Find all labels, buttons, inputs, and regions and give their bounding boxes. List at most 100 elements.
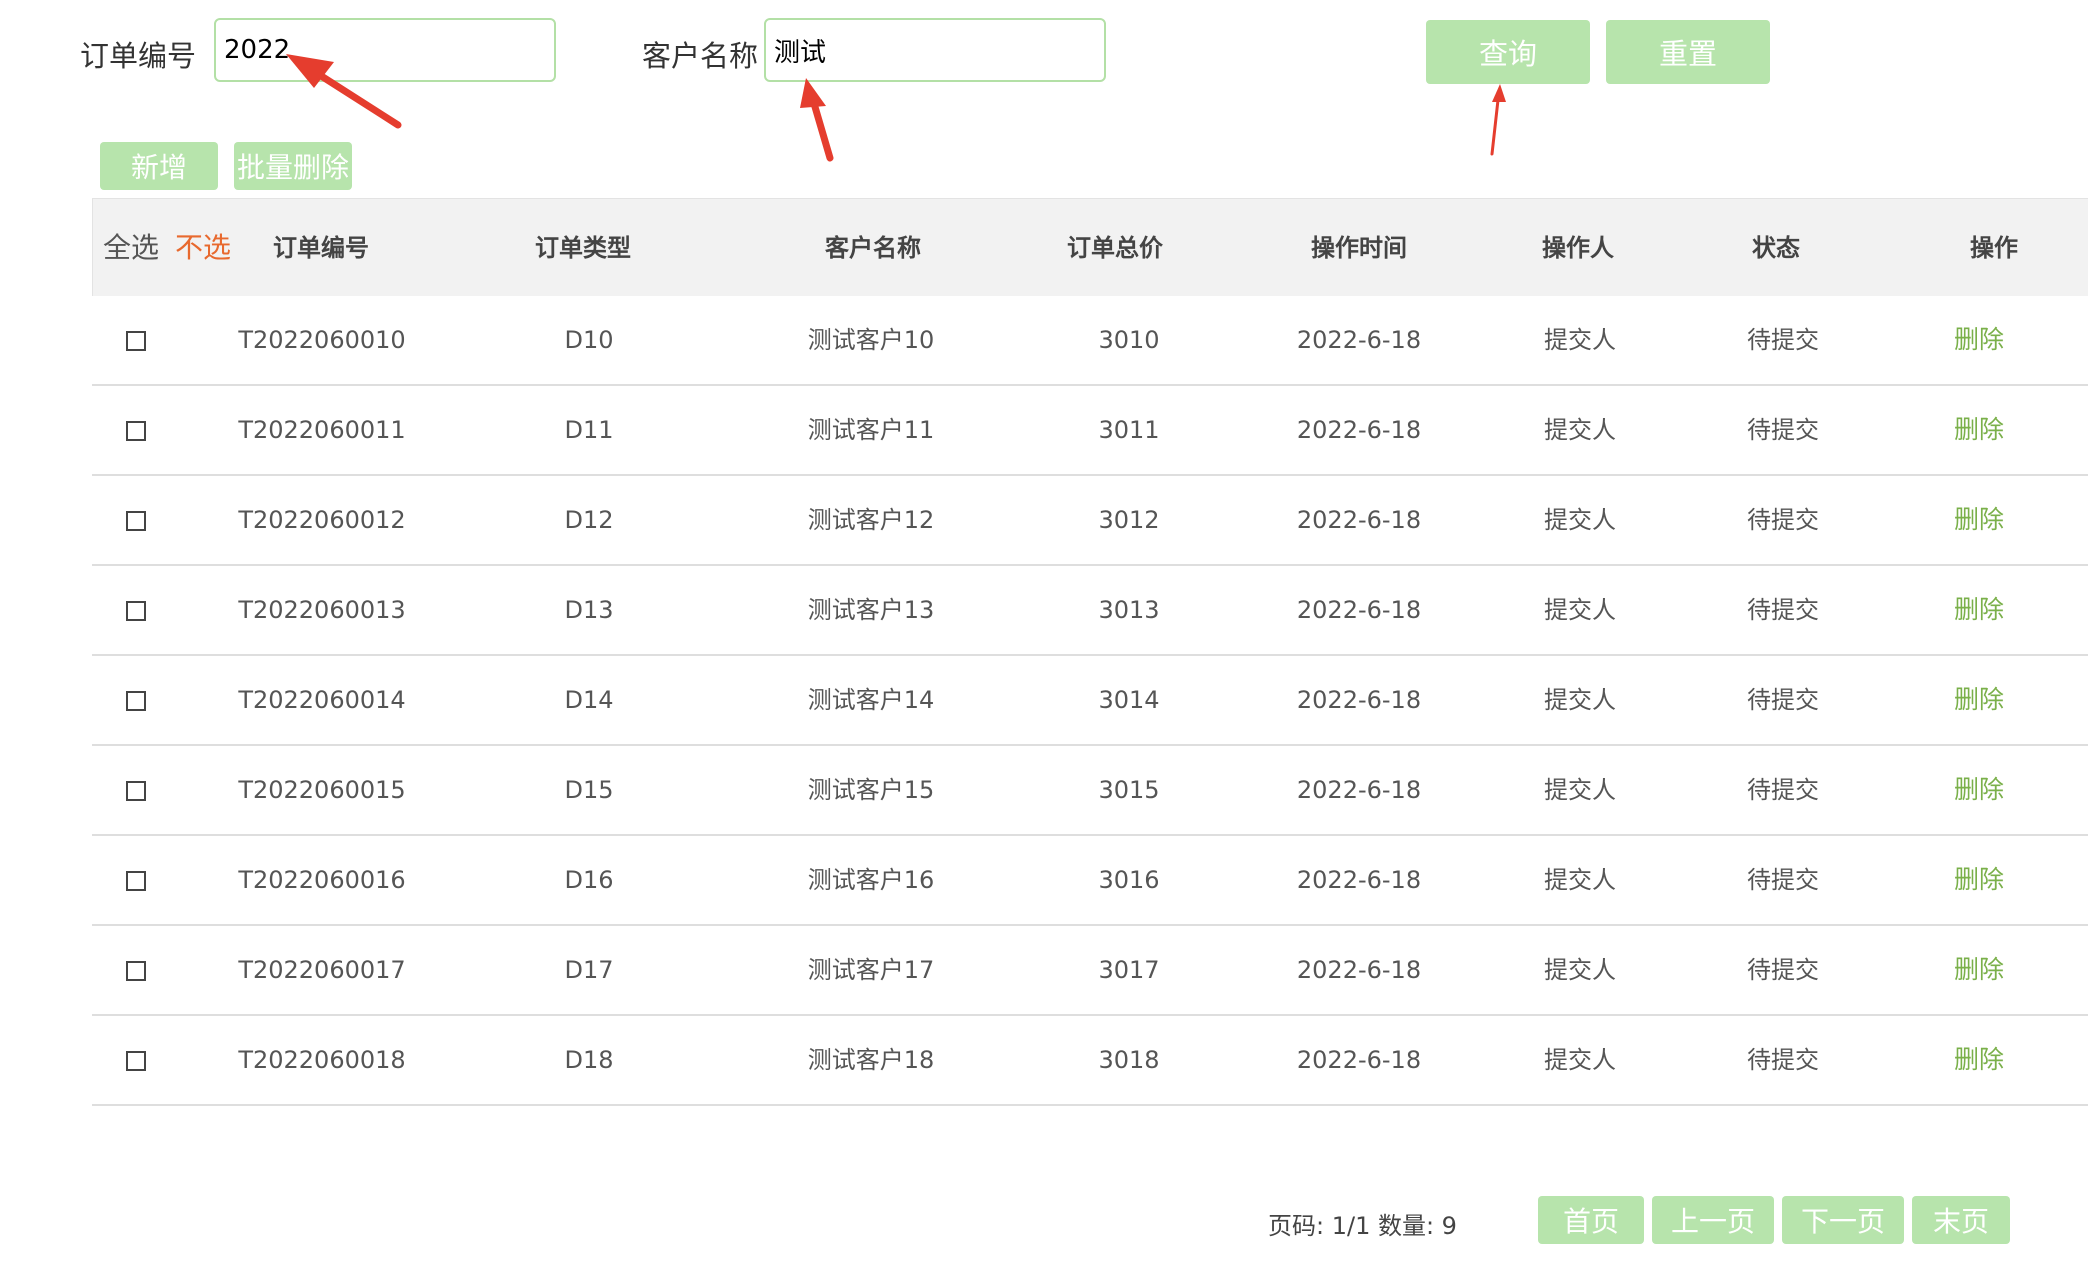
cell-order-no: T2022060016 [238, 866, 406, 894]
cell-order-no: T2022060012 [238, 506, 406, 534]
cell-total: 3011 [1098, 416, 1160, 444]
cell-order-type: D10 [564, 326, 614, 354]
delete-link[interactable]: 删除 [1954, 926, 2004, 1014]
cell-customer: 测试客户13 [807, 596, 935, 624]
arrow-to-customer-input [809, 96, 834, 162]
cell-time: 2022-6-18 [1296, 956, 1422, 984]
table-row: T2022060018 D18 测试客户18 3018 2022-6-18 提交人 待提交 删… [92, 1016, 2088, 1106]
cell-order-no: T2022060017 [238, 956, 406, 984]
cell-operator: 提交人 [1544, 326, 1616, 354]
delete-link[interactable]: 删除 [1954, 386, 2004, 474]
cell-total: 3012 [1098, 506, 1160, 534]
cell-status: 待提交 [1747, 1046, 1819, 1074]
header-operator: 操作人 [1542, 234, 1614, 262]
delete-link[interactable]: 删除 [1954, 296, 2004, 384]
select-none-link[interactable]: 不选 [175, 199, 231, 297]
cell-order-type: D15 [564, 776, 614, 804]
row-checkbox[interactable] [126, 1051, 146, 1071]
header-order-no: 订单编号 [273, 234, 369, 262]
prev-page-button[interactable]: 上一页 [1652, 1196, 1774, 1244]
cell-status: 待提交 [1747, 596, 1819, 624]
cell-status: 待提交 [1747, 776, 1819, 804]
row-checkbox[interactable] [126, 871, 146, 891]
delete-link[interactable]: 删除 [1954, 656, 2004, 744]
table-row: T2022060017 D17 测试客户17 3017 2022-6-18 提交人 待提交 删… [92, 926, 2088, 1016]
cell-total: 3018 [1098, 1046, 1160, 1074]
row-checkbox[interactable] [126, 511, 146, 531]
cell-time: 2022-6-18 [1296, 416, 1422, 444]
delete-link[interactable]: 删除 [1954, 476, 2004, 564]
cell-customer: 测试客户18 [807, 1046, 935, 1074]
cell-customer: 测试客户11 [807, 416, 935, 444]
customer-name-input[interactable] [764, 18, 1106, 82]
cell-time: 2022-6-18 [1296, 326, 1422, 354]
table-row: T2022060015 D15 测试客户15 3015 2022-6-18 提交人 待提交 删… [92, 746, 2088, 836]
batch-delete-button[interactable]: 批量删除 [234, 142, 352, 190]
cell-order-type: D18 [564, 1046, 614, 1074]
cell-customer: 测试客户17 [807, 956, 935, 984]
pager-info: 页码: 1/1 数量: 9 [1268, 1212, 1457, 1240]
cell-time: 2022-6-18 [1296, 506, 1422, 534]
row-checkbox[interactable] [126, 331, 146, 351]
delete-link[interactable]: 删除 [1954, 566, 2004, 654]
cell-time: 2022-6-18 [1296, 1046, 1422, 1074]
cell-total: 3017 [1098, 956, 1160, 984]
row-checkbox[interactable] [126, 601, 146, 621]
cell-customer: 测试客户12 [807, 506, 935, 534]
table-row: T2022060012 D12 测试客户12 3012 2022-6-18 提交人 待提交 删… [92, 476, 2088, 566]
cell-status: 待提交 [1747, 416, 1819, 444]
delete-link[interactable]: 删除 [1954, 1016, 2004, 1104]
delete-link[interactable]: 删除 [1954, 836, 2004, 924]
cell-operator: 提交人 [1544, 1046, 1616, 1074]
table-body: T2022060010 D10 测试客户10 3010 2022-6-18 提交人 待提交删… [92, 296, 2088, 1106]
header-time: 操作时间 [1311, 234, 1407, 262]
cell-order-type: D13 [564, 596, 614, 624]
last-page-button[interactable]: 末页 [1912, 1196, 2010, 1244]
cell-order-no: T2022060013 [238, 596, 406, 624]
customer-name-label: 客户名称 [642, 39, 759, 73]
cell-status: 待提交 [1747, 686, 1819, 714]
cell-operator: 提交人 [1544, 866, 1616, 894]
first-page-button[interactable]: 首页 [1538, 1196, 1644, 1244]
table-row: T2022060010 D10 测试客户10 3010 2022-6-18 提交人 待提交 删… [92, 296, 2088, 386]
add-button[interactable]: 新增 [100, 142, 218, 190]
table-header: 全选 不选 订单编号 订单类型 客户名称 订单总价 操作时间 操作人 状态 操作 [92, 198, 2088, 296]
row-checkbox[interactable] [126, 781, 146, 801]
row-checkbox[interactable] [126, 421, 146, 441]
delete-link[interactable]: 删除 [1954, 746, 2004, 834]
cell-customer: 测试客户10 [807, 326, 935, 354]
next-page-button[interactable]: 下一页 [1782, 1196, 1904, 1244]
cell-operator: 提交人 [1544, 596, 1616, 624]
select-all-link[interactable]: 全选 [103, 199, 159, 297]
table-row: T2022060014 D14 测试客户14 3014 2022-6-18 提交人 待提交 删… [92, 656, 2088, 746]
cell-status: 待提交 [1747, 506, 1819, 534]
cell-order-no: T2022060015 [238, 776, 406, 804]
cell-order-no: T2022060011 [238, 416, 406, 444]
cell-time: 2022-6-18 [1296, 596, 1422, 624]
cell-operator: 提交人 [1544, 416, 1616, 444]
cell-time: 2022-6-18 [1296, 776, 1422, 804]
cell-status: 待提交 [1747, 866, 1819, 894]
cell-total: 3014 [1098, 686, 1160, 714]
query-button[interactable]: 查询 [1426, 20, 1590, 84]
cell-order-type: D14 [564, 686, 614, 714]
reset-button[interactable]: 重置 [1606, 20, 1770, 84]
cell-order-no: T2022060010 [238, 326, 406, 354]
cell-operator: 提交人 [1544, 956, 1616, 984]
header-action: 操作 [1970, 234, 2018, 262]
order-no-input[interactable] [214, 18, 556, 82]
header-status: 状态 [1752, 234, 1800, 262]
header-total: 订单总价 [1067, 234, 1163, 262]
row-checkbox[interactable] [126, 961, 146, 981]
row-checkbox[interactable] [126, 691, 146, 711]
cell-order-type: D17 [564, 956, 614, 984]
cell-customer: 测试客户15 [807, 776, 935, 804]
cell-operator: 提交人 [1544, 506, 1616, 534]
cell-order-no: T2022060014 [238, 686, 406, 714]
cell-order-no: T2022060018 [238, 1046, 406, 1074]
table-row: T2022060013 D13 测试客户13 3013 2022-6-18 提交人 待提交 删… [92, 566, 2088, 656]
header-order-type: 订单类型 [535, 234, 631, 262]
order-no-label: 订单编号 [80, 39, 197, 73]
cell-customer: 测试客户16 [807, 866, 935, 894]
arrow-head-customer [800, 78, 826, 108]
